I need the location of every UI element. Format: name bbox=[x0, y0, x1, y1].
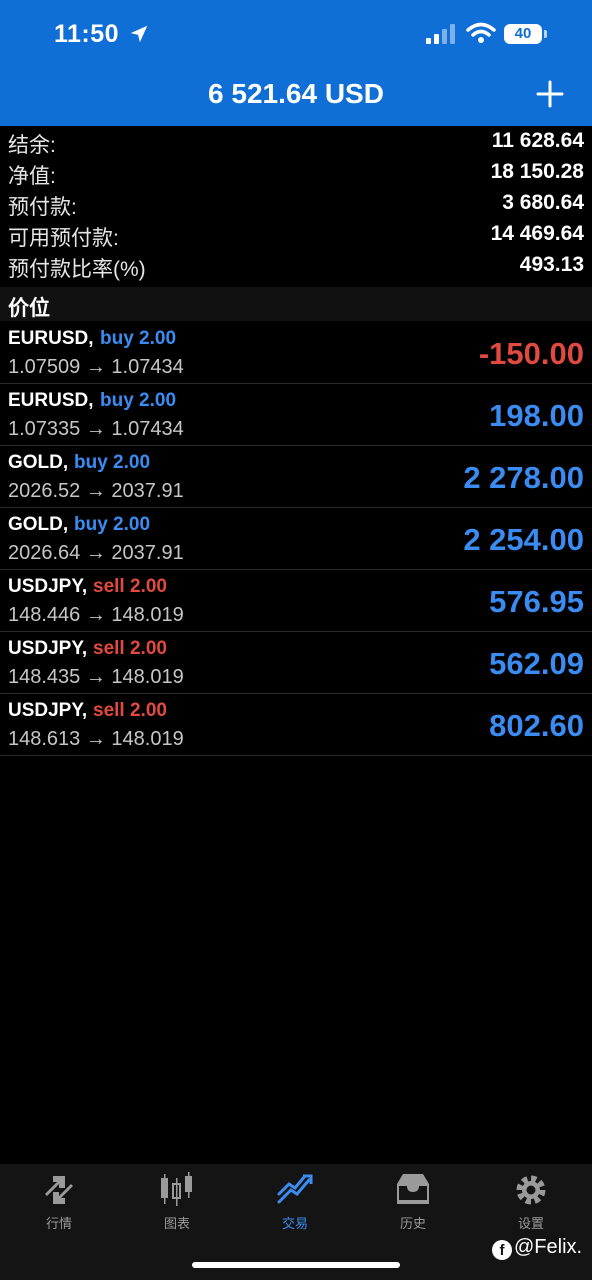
tab-quotes[interactable]: 行情 bbox=[0, 1172, 118, 1242]
header-bar: 11:50 40 6 521.64 USD bbox=[0, 0, 592, 126]
chart-icon bbox=[161, 1172, 192, 1206]
watermark: f @Felix. bbox=[492, 1236, 582, 1260]
position-profit: -150.00 bbox=[478, 336, 584, 371]
position-prices: 1.07509 → 1.07434 bbox=[8, 356, 184, 378]
battery-tip bbox=[544, 30, 547, 38]
trade-icon bbox=[277, 1174, 313, 1204]
position-row[interactable]: GOLD, buy 2.00 2026.52 → 2037.91 2 278.0… bbox=[0, 446, 592, 508]
position-action: buy 2.00 bbox=[100, 328, 177, 349]
watermark-text: @Felix. bbox=[514, 1236, 583, 1258]
tab-label: 图表 bbox=[163, 1216, 190, 1231]
position-action: buy 2.00 bbox=[100, 390, 177, 411]
position-row[interactable]: USDJPY, sell 2.00 148.435 → 148.019 562.… bbox=[0, 632, 592, 694]
position-prices: 2026.52 → 2037.91 bbox=[8, 480, 184, 502]
position-row[interactable]: EURUSD, buy 2.00 1.07335 → 1.07434 198.0… bbox=[0, 384, 592, 446]
position-row[interactable]: GOLD, buy 2.00 2026.64 → 2037.91 2 254.0… bbox=[0, 508, 592, 570]
location-arrow-icon bbox=[130, 25, 148, 43]
summary-label: 净值: bbox=[8, 165, 56, 188]
cellular-signal-icon bbox=[426, 24, 455, 44]
position-symbol: EURUSD, bbox=[8, 390, 94, 411]
summary-label: 结余: bbox=[8, 134, 56, 157]
position-prices: 148.446 → 148.019 bbox=[8, 604, 184, 626]
position-profit: 802.60 bbox=[489, 708, 584, 743]
position-symbol: GOLD, bbox=[8, 514, 69, 535]
position-profit: 2 278.00 bbox=[463, 460, 584, 495]
summary-value: 14 469.64 bbox=[490, 222, 584, 245]
status-time: 11:50 bbox=[54, 20, 120, 48]
page-title: 6 521.64 USD bbox=[208, 78, 384, 109]
position-prices: 1.07335 → 1.07434 bbox=[8, 418, 184, 440]
history-icon bbox=[397, 1174, 429, 1204]
summary-label: 预付款比率(%) bbox=[8, 258, 146, 281]
section-title: 价位 bbox=[8, 297, 50, 320]
tab-label: 行情 bbox=[45, 1216, 72, 1231]
summary-row-free-margin: 可用预付款: 14 469.64 bbox=[0, 219, 592, 250]
position-symbol: USDJPY, bbox=[8, 638, 88, 659]
position-action: sell 2.00 bbox=[93, 576, 167, 597]
position-profit: 198.00 bbox=[489, 398, 584, 433]
tab-label: 交易 bbox=[281, 1216, 308, 1231]
summary-row-equity: 净值: 18 150.28 bbox=[0, 157, 592, 188]
position-action: buy 2.00 bbox=[74, 452, 151, 473]
wifi-icon bbox=[466, 22, 496, 43]
position-prices: 148.435 → 148.019 bbox=[8, 666, 184, 688]
position-action: sell 2.00 bbox=[93, 700, 167, 721]
quotes-icon bbox=[45, 1176, 73, 1204]
position-symbol: USDJPY, bbox=[8, 700, 88, 721]
position-symbol: GOLD, bbox=[8, 452, 69, 473]
position-symbol: EURUSD, bbox=[8, 328, 94, 349]
summary-row-margin-level: 预付款比率(%) 493.13 bbox=[0, 250, 592, 281]
summary-value: 18 150.28 bbox=[490, 160, 584, 183]
positions-list: EURUSD, buy 2.00 1.07509 → 1.07434 -150.… bbox=[0, 322, 592, 756]
position-profit: 576.95 bbox=[489, 584, 584, 619]
account-summary: 结余: 11 628.64 净值: 18 150.28 预付款: 3 680.6… bbox=[0, 126, 592, 281]
tab-trade[interactable]: 交易 bbox=[236, 1172, 354, 1242]
position-row[interactable]: USDJPY, sell 2.00 148.446 → 148.019 576.… bbox=[0, 570, 592, 632]
position-profit: 2 254.00 bbox=[463, 522, 584, 557]
position-action: buy 2.00 bbox=[74, 514, 151, 535]
summary-value: 11 628.64 bbox=[491, 129, 584, 152]
tab-charts[interactable]: 图表 bbox=[118, 1172, 236, 1242]
summary-row-balance: 结余: 11 628.64 bbox=[0, 126, 592, 157]
tab-history[interactable]: 历史 bbox=[354, 1172, 472, 1242]
settings-icon bbox=[516, 1175, 546, 1205]
summary-value: 493.13 bbox=[519, 253, 584, 276]
position-row[interactable]: EURUSD, buy 2.00 1.07509 → 1.07434 -150.… bbox=[0, 322, 592, 384]
summary-label: 预付款: bbox=[8, 196, 77, 219]
tab-label: 设置 bbox=[517, 1216, 544, 1231]
summary-row-margin: 预付款: 3 680.64 bbox=[0, 188, 592, 219]
position-action: sell 2.00 bbox=[93, 638, 167, 659]
position-symbol: USDJPY, bbox=[8, 576, 88, 597]
summary-value: 3 680.64 bbox=[502, 191, 584, 214]
tab-label: 历史 bbox=[399, 1216, 426, 1231]
position-prices: 148.613 → 148.019 bbox=[8, 728, 184, 750]
position-row[interactable]: USDJPY, sell 2.00 148.613 → 148.019 802.… bbox=[0, 694, 592, 756]
position-prices: 2026.64 → 2037.91 bbox=[8, 542, 184, 564]
positions-section-header: 价位 bbox=[0, 287, 592, 321]
home-indicator bbox=[192, 1262, 400, 1268]
summary-label: 可用预付款: bbox=[8, 227, 119, 250]
battery-indicator: 40 bbox=[504, 24, 542, 44]
add-order-button[interactable] bbox=[534, 78, 566, 110]
position-profit: 562.09 bbox=[489, 646, 584, 681]
tab-settings[interactable]: 设置 bbox=[472, 1172, 590, 1242]
facebook-icon: f bbox=[492, 1240, 512, 1260]
